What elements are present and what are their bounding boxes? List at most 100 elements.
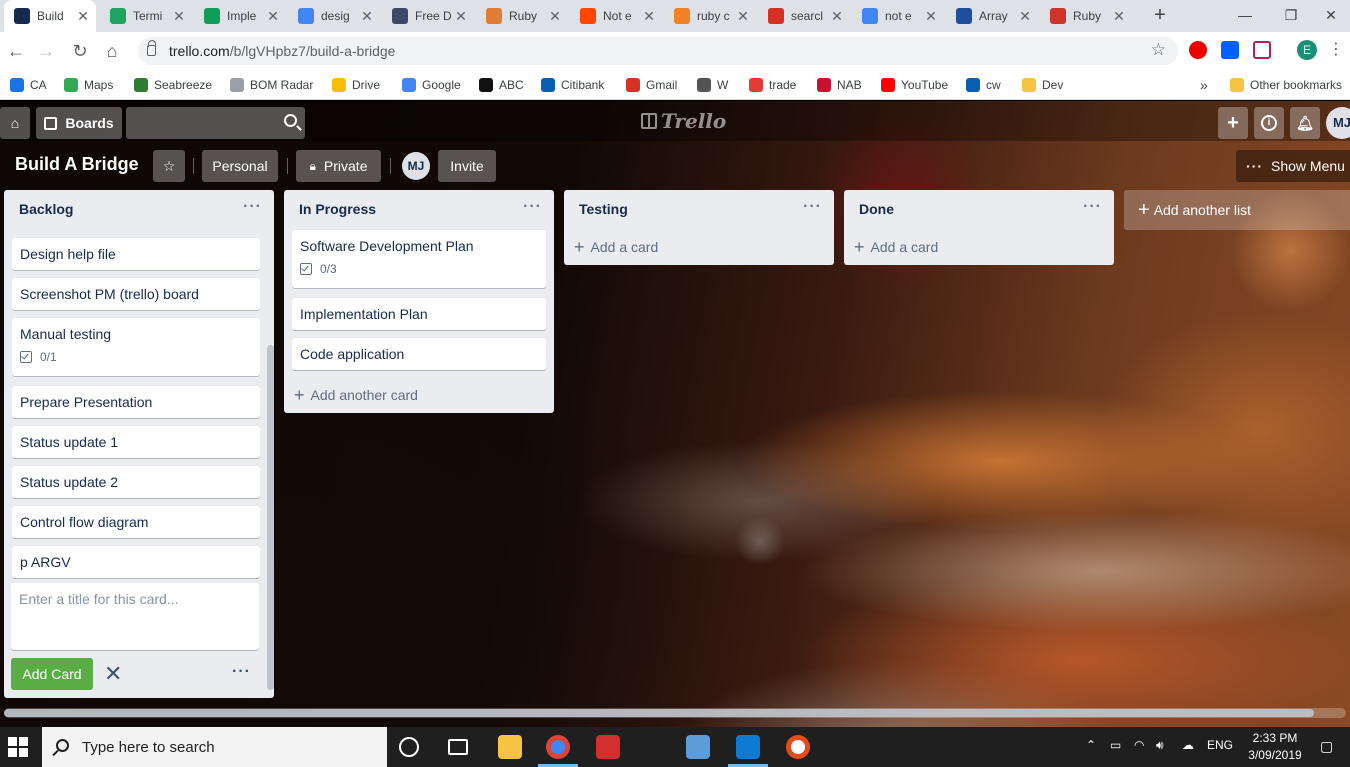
bookmark-item[interactable]: YouTube <box>881 76 948 94</box>
boards-button[interactable]: Boards <box>36 107 122 139</box>
card[interactable]: Code application <box>292 338 546 370</box>
card[interactable]: Screenshot PM (trello) board <box>12 278 260 310</box>
list-scrollbar[interactable] <box>267 345 274 690</box>
language-indicator[interactable]: ENG <box>1207 738 1233 752</box>
restore-icon[interactable]: ❐ <box>1268 0 1314 32</box>
bookmark-item[interactable]: BOM Radar <box>230 76 313 94</box>
browser-tab[interactable]: Ruby ✕ <box>1040 0 1132 32</box>
home-button[interactable]: ⌂ <box>0 107 30 139</box>
bookmark-item[interactable]: ABC <box>479 76 524 94</box>
show-menu-button[interactable]: ··· Show Menu <box>1236 150 1350 182</box>
battery-icon[interactable]: ▭ <box>1110 738 1121 752</box>
bookmarks-overflow-button[interactable]: » <box>1200 76 1208 94</box>
tab-close-icon[interactable]: ✕ <box>1016 8 1034 25</box>
bookmark-item[interactable]: Google <box>402 76 461 94</box>
address-bar[interactable]: trello.com/b/lgVHpbz7/build-a-bridge ☆ <box>138 37 1178 65</box>
card[interactable]: Status update 2 <box>12 466 260 498</box>
bookmark-item[interactable]: W <box>697 76 728 94</box>
board-horizontal-scrollbar[interactable] <box>4 708 1346 718</box>
team-button[interactable]: Personal <box>202 150 278 182</box>
browser-tab[interactable]: ruby c ✕ <box>664 0 756 32</box>
other-bookmarks[interactable]: Other bookmarks <box>1230 76 1342 94</box>
add-list-button[interactable]: + Add another list <box>1124 190 1350 230</box>
bookmark-item[interactable]: Citibank <box>541 76 604 94</box>
back-icon[interactable]: ← <box>4 39 28 63</box>
new-tab-button[interactable]: + <box>1148 4 1172 28</box>
wifi-icon[interactable]: ◠ <box>1134 738 1144 752</box>
list-menu-icon[interactable]: ··· <box>523 198 542 216</box>
card[interactable]: Prepare Presentation <box>12 386 260 418</box>
tab-close-icon[interactable]: ✕ <box>922 8 940 25</box>
new-card-title-input[interactable]: Enter a title for this card... <box>11 583 259 650</box>
star-board-button[interactable]: ☆ <box>153 150 185 182</box>
dropbox-icon[interactable] <box>1221 41 1239 59</box>
bookmark-item[interactable]: cw <box>966 76 1001 94</box>
bookmark-star-icon[interactable]: ☆ <box>1151 40 1166 60</box>
tray-chevron-icon[interactable]: ⌃ <box>1086 738 1096 752</box>
browser-tab[interactable]: Build ✕ <box>4 0 96 32</box>
tab-close-icon[interactable]: ✕ <box>734 8 752 25</box>
browser-tab[interactable]: Not e ✕ <box>570 0 662 32</box>
list-title[interactable]: Testing <box>579 201 628 217</box>
extension-icon[interactable] <box>1189 41 1207 59</box>
file-explorer-icon[interactable] <box>498 735 522 759</box>
bookmark-item[interactable]: Dev <box>1022 76 1063 94</box>
list-title[interactable]: Done <box>859 201 894 217</box>
trello-search-input[interactable] <box>126 107 305 139</box>
bookmark-item[interactable]: Maps <box>64 76 113 94</box>
app-icon[interactable] <box>786 735 810 759</box>
browser-menu-icon[interactable]: ⋮ <box>1328 40 1344 60</box>
add-card-button[interactable]: Add Card <box>11 658 93 690</box>
minimize-icon[interactable]: — <box>1222 0 1268 32</box>
add-card-button[interactable]: + Add another card <box>294 386 418 404</box>
board-title[interactable]: Build A Bridge <box>15 154 139 175</box>
tab-close-icon[interactable]: ✕ <box>358 8 376 25</box>
trello-logo[interactable]: Trello <box>641 109 726 133</box>
bookmark-item[interactable]: Drive <box>332 76 380 94</box>
window-close-icon[interactable]: ✕ <box>1312 0 1350 32</box>
browser-tab[interactable]: Imple ✕ <box>194 0 286 32</box>
app-icon[interactable] <box>686 735 710 759</box>
notifications-button[interactable]: 🔔︎ <box>1290 107 1320 139</box>
bookmark-item[interactable]: Seabreeze <box>134 76 212 94</box>
browser-tab[interactable]: Ruby ✕ <box>476 0 568 32</box>
tab-close-icon[interactable]: ✕ <box>640 8 658 25</box>
add-card-button[interactable]: + Add a card <box>854 238 938 256</box>
card[interactable]: Manual testing 0/1 <box>12 318 260 376</box>
scrollbar-thumb[interactable] <box>4 709 1314 717</box>
notification-center-icon[interactable]: ▢ <box>1320 738 1333 755</box>
browser-tab[interactable]: Array ✕ <box>946 0 1038 32</box>
tab-close-icon[interactable]: ✕ <box>452 8 470 25</box>
tab-close-icon[interactable]: ✕ <box>74 8 92 25</box>
acrobat-icon[interactable] <box>596 735 620 759</box>
card[interactable]: Design help file <box>12 238 260 270</box>
taskbar-clock[interactable]: 2:33 PM 3/09/2019 <box>1240 730 1310 764</box>
bookmark-item[interactable]: trade <box>749 76 796 94</box>
card[interactable]: Software Development Plan 0/3 <box>292 230 546 288</box>
browser-tab[interactable]: searcl ✕ <box>758 0 850 32</box>
tab-close-icon[interactable]: ✕ <box>264 8 282 25</box>
tab-close-icon[interactable]: ✕ <box>828 8 846 25</box>
browser-tab[interactable]: Free D ✕ <box>382 0 474 32</box>
volume-icon[interactable]: 🔊︎ <box>1156 738 1164 753</box>
board-member-avatar[interactable]: MJ <box>402 152 430 180</box>
list-menu-icon[interactable]: ··· <box>803 198 822 216</box>
bookmark-item[interactable]: Gmail <box>626 76 677 94</box>
add-card-button[interactable]: + Add a card <box>574 238 658 256</box>
reload-icon[interactable]: ↻ <box>68 39 92 63</box>
invite-button[interactable]: Invite <box>438 150 496 182</box>
browser-tab[interactable]: desig ✕ <box>288 0 380 32</box>
list-title[interactable]: Backlog <box>19 201 73 217</box>
browser-tab[interactable]: Termi ✕ <box>100 0 192 32</box>
card[interactable]: Status update 1 <box>12 426 260 458</box>
list-menu-icon[interactable]: ··· <box>243 198 262 216</box>
card[interactable]: p ARGV <box>12 546 260 578</box>
extension-icon[interactable] <box>1253 41 1271 59</box>
cortana-icon[interactable] <box>399 737 419 757</box>
taskbar-search-input[interactable]: Type here to search <box>42 727 387 767</box>
visibility-button[interactable]: 🔒︎ Private <box>296 150 381 182</box>
info-button[interactable]: i <box>1254 107 1284 139</box>
onedrive-icon[interactable]: ☁ <box>1182 738 1194 752</box>
composer-options-icon[interactable]: ··· <box>232 663 251 681</box>
list-menu-icon[interactable]: ··· <box>1083 198 1102 216</box>
